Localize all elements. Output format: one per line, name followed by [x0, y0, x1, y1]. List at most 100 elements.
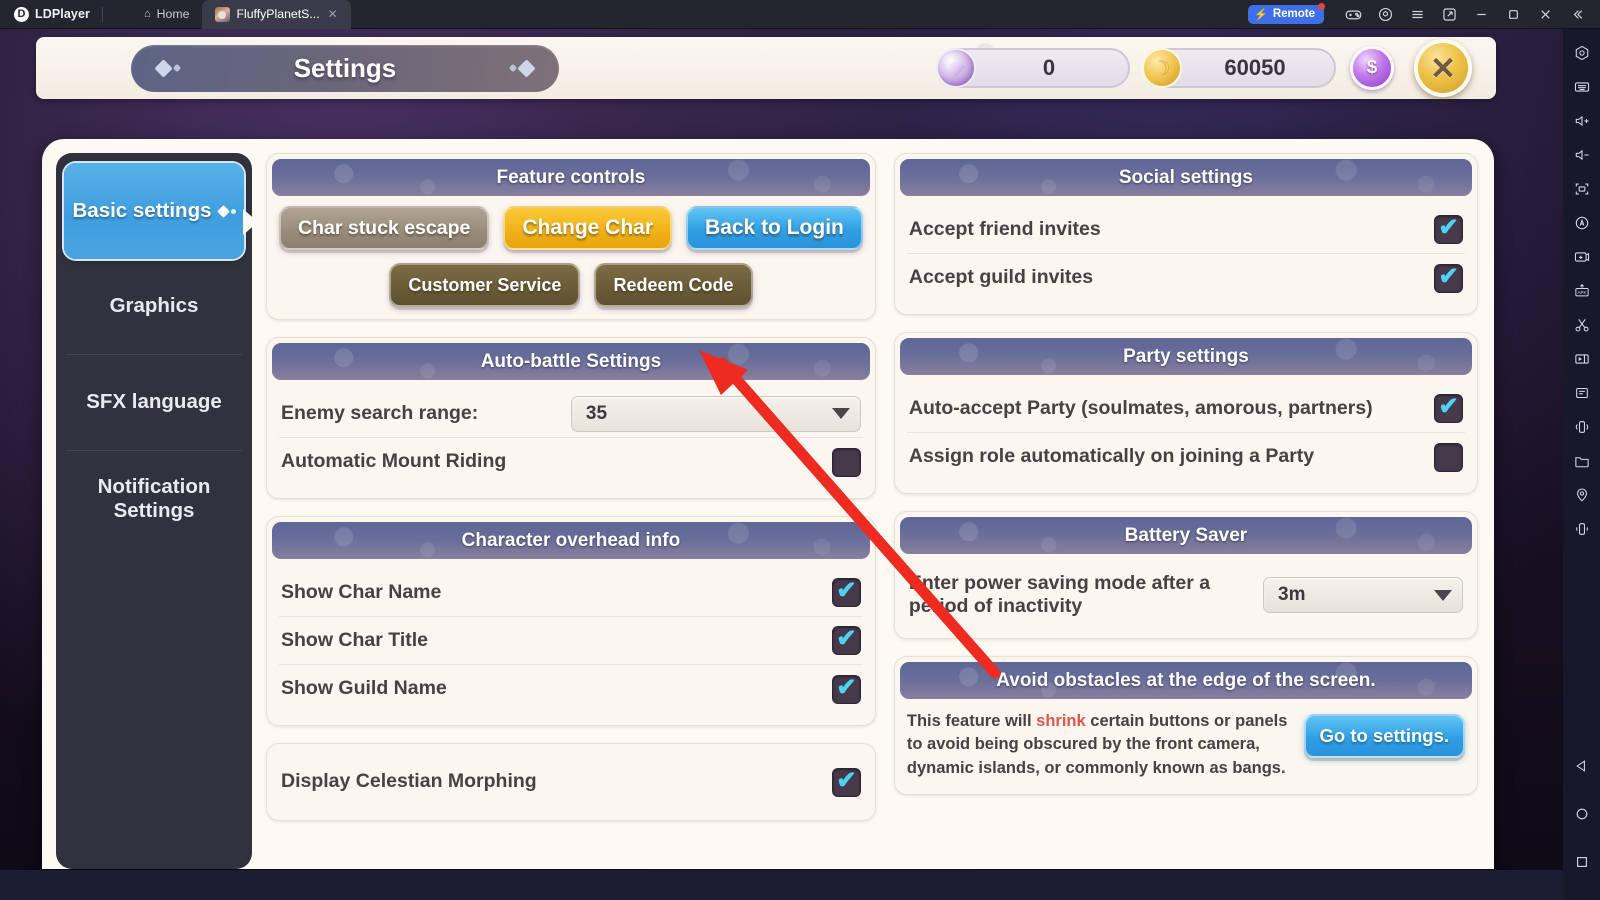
coin-currency[interactable]: 60050: [1142, 48, 1336, 88]
ldplayer-logo-icon: D: [14, 6, 29, 22]
menu-icon[interactable]: [1402, 0, 1432, 29]
gamepad-icon[interactable]: [1338, 0, 1368, 29]
dropdown-value: 3m: [1278, 584, 1306, 605]
home-icon[interactable]: [1566, 798, 1598, 830]
enemy-search-range-dropdown[interactable]: 35: [570, 395, 861, 432]
vibrate-icon[interactable]: [1566, 513, 1598, 545]
sidebar-item-graphics[interactable]: Graphics: [66, 259, 242, 355]
sidebar-item-label: Notification Settings: [97, 474, 211, 522]
keyboard-icon[interactable]: [1566, 71, 1598, 103]
screenshot-icon[interactable]: [1566, 241, 1598, 273]
close-settings-button[interactable]: ✕: [1414, 39, 1472, 97]
gem-value: 0: [1042, 55, 1056, 80]
recents-icon[interactable]: [1566, 846, 1598, 878]
location-icon[interactable]: [1566, 479, 1598, 511]
row-automatic-mount-riding: Automatic Mount Riding ✔: [279, 438, 863, 486]
tab-home[interactable]: ⌂ Home: [131, 0, 202, 29]
coin-value: 60050: [1224, 55, 1286, 80]
minimize-icon[interactable]: [1466, 0, 1496, 29]
row-label: Show Char Title: [281, 628, 428, 651]
scissors-icon[interactable]: [1566, 309, 1598, 341]
game-header: Settings 0 60050 $ ✕: [36, 37, 1496, 99]
sidebar-item-basic-settings[interactable]: Basic settings: [64, 163, 258, 259]
maximize-icon[interactable]: [1498, 0, 1528, 29]
customer-service-button[interactable]: Customer Service: [389, 263, 581, 307]
titlebar: D LDPlayer ⌂ Home FluffyPlanetS... ✕ ⚡ R…: [0, 0, 1600, 29]
volume-up-icon[interactable]: [1566, 105, 1598, 137]
shake-icon[interactable]: [1566, 411, 1598, 443]
shop-button[interactable]: $: [1350, 46, 1394, 90]
show-guild-name-checkbox[interactable]: ✔: [831, 674, 861, 704]
collapse-icon[interactable]: [1562, 0, 1592, 29]
panel-body: Auto-accept Party (soulmates, amorous, p…: [895, 375, 1477, 493]
tab-fluffyplanet[interactable]: FluffyPlanetS... ✕: [202, 0, 351, 29]
panel-battery-saver: Battery Saver Enter power saving mode af…: [893, 511, 1478, 639]
accept-friend-invites-checkbox[interactable]: ✔: [1434, 215, 1463, 244]
row-label: Auto-accept Party (soulmates, amorous, p…: [908, 396, 1373, 419]
emulator-screen: Settings 0 60050 $ ✕: [0, 29, 1563, 870]
notes-icon[interactable]: [1566, 377, 1598, 409]
panel-header: Social settings: [899, 159, 1472, 196]
chevron-down-icon: [1434, 589, 1452, 601]
panel-body: Enemy search range: 35 Automatic Mount R…: [267, 380, 875, 498]
gem-currency[interactable]: 0: [936, 48, 1130, 88]
row-label: Display Celestian Morphing: [281, 770, 537, 793]
description-highlight: shrink: [1036, 712, 1086, 730]
sidebar-item-notification-settings[interactable]: Notification Settings: [66, 451, 242, 547]
automatic-mount-riding-checkbox[interactable]: ✔: [831, 447, 861, 477]
auto-accept-party-checkbox[interactable]: ✔: [1434, 394, 1463, 423]
check-icon: ✔: [1438, 393, 1459, 420]
fullscreen-icon[interactable]: [1566, 173, 1598, 205]
go-to-settings-button[interactable]: Go to settings.: [1303, 714, 1465, 758]
panel-body: Show Char Name ✔ Show Char Title ✔ Show …: [267, 559, 875, 725]
back-icon[interactable]: [1566, 750, 1598, 782]
close-icon[interactable]: ✕: [328, 7, 338, 21]
row-label: Assign role automatically on joining a P…: [908, 445, 1315, 468]
gem-icon: [936, 48, 976, 88]
right-column: Social settings Accept friend invites ✔ …: [893, 153, 1478, 869]
redeem-code-button[interactable]: Redeem Code: [594, 263, 753, 307]
hexagon-icon[interactable]: [1566, 37, 1598, 69]
power-saving-timeout-dropdown[interactable]: 3m: [1263, 577, 1463, 613]
row-label: Show Guild Name: [281, 677, 447, 700]
assign-role-automatically-checkbox[interactable]: ✔: [1434, 442, 1463, 472]
auto-rotate-icon[interactable]: [1566, 207, 1598, 239]
display-celestian-morphing-checkbox[interactable]: ✔: [831, 767, 861, 797]
panel-body: Enter power saving mode after a period o…: [895, 554, 1477, 638]
app-thumbnail-icon: [215, 6, 231, 22]
coin-icon: [1142, 48, 1182, 88]
char-stuck-escape-button[interactable]: Char stuck escape: [279, 206, 490, 250]
volume-down-icon[interactable]: [1566, 139, 1598, 171]
panel-character-overhead-info: Character overhead info Show Char Name ✔…: [266, 516, 876, 726]
show-char-title-checkbox[interactable]: ✔: [831, 626, 861, 655]
panel-avoid-obstacles: Avoid obstacles at the edge of the scree…: [893, 656, 1478, 796]
sidebar-item-sfx-language[interactable]: SFX language: [66, 355, 242, 451]
change-char-button[interactable]: Change Char: [503, 206, 673, 250]
panel-title: Feature controls: [496, 166, 646, 188]
check-icon: ✔: [1438, 214, 1459, 241]
remote-button[interactable]: ⚡ Remote: [1248, 2, 1325, 24]
brand: D LDPlayer: [0, 0, 117, 29]
panel-body: Char stuck escape Change Char Back to Lo…: [267, 196, 875, 319]
record-icon[interactable]: [1370, 0, 1400, 29]
panel-header: Battery Saver: [899, 517, 1472, 554]
row-label: Accept friend invites: [908, 217, 1101, 240]
panel-header: Character overhead info: [272, 522, 870, 559]
remote-label: Remote: [1272, 8, 1315, 20]
panel-body: Accept friend invites ✔ Accept guild inv…: [895, 196, 1477, 314]
ldplayer-window: D LDPlayer ⌂ Home FluffyPlanetS... ✕ ⚡ R…: [0, 0, 1600, 900]
folder-icon[interactable]: [1566, 445, 1598, 477]
video-record-icon[interactable]: [1566, 343, 1598, 375]
svg-text:APK: APK: [1577, 290, 1586, 295]
apk-install-icon[interactable]: APK: [1566, 275, 1598, 307]
show-char-name-checkbox[interactable]: ✔: [831, 578, 861, 607]
panel-header: Avoid obstacles at the edge of the scree…: [899, 662, 1472, 699]
divider: [102, 6, 103, 22]
back-to-login-button[interactable]: Back to Login: [686, 206, 863, 250]
bolt-icon: ⚡: [1254, 8, 1268, 21]
accept-guild-invites-checkbox[interactable]: ✔: [1434, 263, 1463, 293]
panel-auto-battle: Auto-battle Settings Enemy search range:…: [266, 337, 876, 499]
close-icon[interactable]: [1530, 0, 1560, 29]
multi-instance-icon[interactable]: [1434, 0, 1464, 29]
selection-arrow-icon: [243, 209, 258, 235]
